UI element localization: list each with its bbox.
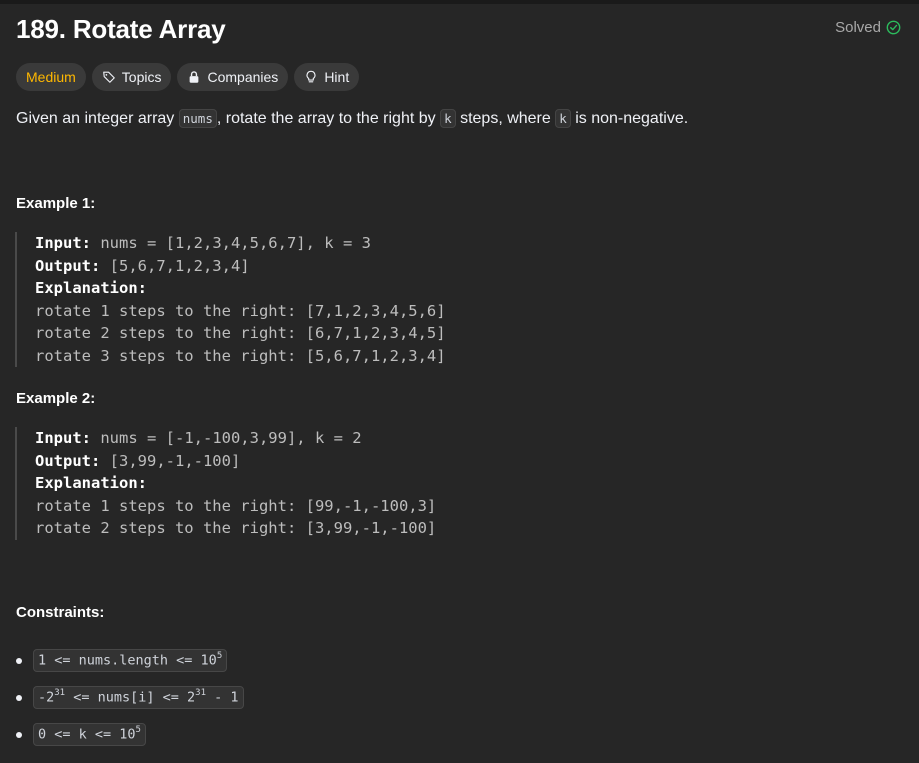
difficulty-badge[interactable]: Medium <box>16 63 86 91</box>
inline-code: k <box>555 109 571 128</box>
check-circle-icon <box>886 20 901 35</box>
exponent: 5 <box>135 725 141 736</box>
lock-icon <box>190 71 199 83</box>
example-2-block: Input: nums = [-1,-100,3,99], k = 2 Outpu… <box>15 427 436 540</box>
companies-label: Companies <box>207 69 279 85</box>
explanation-label: Explanation: <box>35 474 147 492</box>
tag-icon <box>102 71 115 83</box>
topics-label: Topics <box>121 69 162 85</box>
constraint-text: -2 <box>38 689 55 706</box>
constraint-text: 0 <= k <= 10 <box>38 726 136 743</box>
companies-button[interactable]: Companies <box>177 63 289 91</box>
constraints-list: 1 <= nums.length <= 105 -231 <= nums[i] … <box>16 642 244 753</box>
constraint-code: 0 <= k <= 105 <box>33 723 146 746</box>
list-item: 0 <= k <= 105 <box>16 716 244 753</box>
output-label: Output: <box>35 256 101 275</box>
hint-button[interactable]: Hint <box>294 63 360 91</box>
description-text: Given an integer array <box>16 110 179 127</box>
difficulty-label: Medium <box>26 69 76 85</box>
tag-row: Medium Topics Companies Hint <box>16 63 360 91</box>
constraints-title: Constraints: <box>16 604 105 621</box>
inline-code: k <box>440 109 456 128</box>
solved-status: Solved <box>835 19 901 36</box>
exponent: 5 <box>216 651 223 662</box>
bullet <box>16 657 22 664</box>
constraint-text: <= nums[i] <= 2 <box>65 689 196 706</box>
problem-title: 189. Rotate Array <box>16 14 226 44</box>
input-value: nums = [1,2,3,4,5,6,7], k = 3 <box>91 234 371 252</box>
top-bar <box>0 0 919 4</box>
example-1-block: Input: nums = [1,2,3,4,5,6,7], k = 3 Outp… <box>15 232 446 367</box>
list-item: -231 <= nums[i] <= 231 - 1 <box>16 679 244 716</box>
description-text: is non-negative. <box>570 110 689 127</box>
constraint-code: 1 <= nums.length <= 105 <box>33 649 228 672</box>
inline-code: nums <box>178 109 217 128</box>
constraint-code: -231 <= nums[i] <= 231 - 1 <box>33 686 244 709</box>
explanation-label: Explanation: <box>35 279 147 297</box>
description-text: steps, where <box>455 110 556 127</box>
exponent: 31 <box>54 688 66 699</box>
exponent: 31 <box>195 688 206 699</box>
explanation-line: rotate 2 steps to the right: [6,7,1,2,3,… <box>35 324 446 342</box>
list-item: 1 <= nums.length <= 105 <box>16 642 244 679</box>
explanation-line: rotate 2 steps to the right: [3,99,-1,-1… <box>35 519 437 537</box>
explanation-line: rotate 1 steps to the right: [99,-1,-100… <box>35 496 437 515</box>
example-1-title: Example 1: <box>16 195 96 212</box>
input-value: nums = [-1,-100,3,99], k = 2 <box>91 429 362 447</box>
constraint-text: - 1 <box>206 689 239 706</box>
topics-button[interactable]: Topics <box>91 63 172 91</box>
output-label: Output: <box>35 451 101 470</box>
bullet <box>16 731 22 738</box>
problem-description: Given an integer array nums, rotate the … <box>16 109 689 128</box>
solved-label: Solved <box>835 19 881 36</box>
output-value: [3,99,-1,-100] <box>100 451 241 470</box>
bullet <box>16 694 22 701</box>
description-text: , rotate the array to the right by <box>216 110 441 127</box>
input-label: Input: <box>35 429 91 447</box>
example-2-title: Example 2: <box>16 390 96 407</box>
output-value: [5,6,7,1,2,3,4] <box>100 256 250 275</box>
explanation-line: rotate 1 steps to the right: [7,1,2,3,4,… <box>35 301 446 320</box>
input-label: Input: <box>35 234 91 252</box>
explanation-line: rotate 3 steps to the right: [5,6,7,1,2,… <box>35 346 446 365</box>
constraint-text: 1 <= nums.length <= 10 <box>38 652 217 669</box>
hint-label: Hint <box>324 69 350 85</box>
lightbulb-icon <box>306 70 316 83</box>
